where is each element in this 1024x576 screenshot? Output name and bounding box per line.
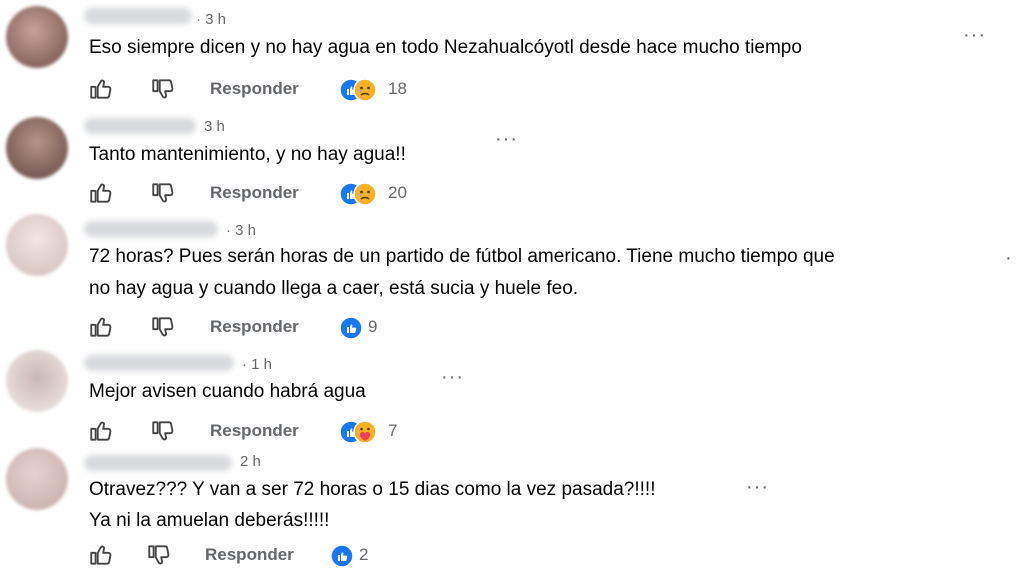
comment-text: no hay agua y cuando llega a caer, está … [89, 278, 579, 299]
comment-actions: Responder 2 [88, 542, 428, 570]
thumbs-down-icon[interactable] [150, 314, 176, 340]
care-icon[interactable] [353, 420, 377, 444]
comment-text: Eso siempre dicen y no hay agua en todo … [89, 37, 802, 58]
thumbs-up-icon[interactable] [88, 542, 114, 568]
comment-text: Mejor avisen cuando habrá agua [89, 381, 366, 402]
comment-actions: Responder 7 [88, 418, 428, 446]
more-options-icon[interactable]: ··· [495, 129, 518, 149]
comment-timestamp[interactable]: · 3 h [196, 11, 226, 28]
comment-actions: Responder 9 [88, 314, 428, 342]
avatar[interactable] [6, 6, 68, 68]
reaction-count[interactable]: 20 [388, 183, 407, 203]
author-name-redacted[interactable] [84, 118, 196, 134]
comment-text: 72 horas? Pues serán horas de un partido… [89, 246, 835, 267]
comment-text: Otravez??? Y van a ser 72 horas o 15 dia… [89, 479, 656, 500]
reaction-count[interactable]: 9 [368, 317, 377, 337]
like-icon[interactable] [339, 316, 363, 340]
author-name-redacted[interactable] [84, 355, 234, 371]
thumbs-down-icon[interactable] [150, 418, 176, 444]
more-options-icon[interactable]: ··· [963, 25, 986, 45]
thumbs-up-icon[interactable] [88, 76, 114, 102]
thumbs-down-icon[interactable] [150, 180, 176, 206]
reply-button[interactable]: Responder [210, 421, 299, 441]
thumbs-up-icon[interactable] [88, 314, 114, 340]
comment-timestamp[interactable]: · 3 h [226, 222, 256, 239]
author-name-redacted[interactable] [84, 221, 218, 237]
avatar[interactable] [6, 117, 68, 179]
comment-actions: Responder 20 [88, 180, 428, 208]
comment-text: Ya ni la amuelan deberás!!!!! [89, 510, 330, 531]
reaction-count[interactable]: 18 [388, 79, 407, 99]
avatar[interactable] [6, 448, 68, 510]
comment-timestamp[interactable]: 3 h [204, 118, 225, 135]
reply-button[interactable]: Responder [210, 317, 299, 337]
sad-icon[interactable] [353, 182, 377, 206]
avatar[interactable] [6, 350, 68, 412]
author-name-redacted[interactable] [84, 8, 192, 24]
avatar[interactable] [6, 214, 68, 276]
comment-timestamp[interactable]: · 1 h [242, 356, 272, 373]
reaction-count[interactable]: 7 [388, 421, 397, 441]
more-options-icon[interactable]: · [1005, 248, 1013, 268]
sad-icon[interactable] [353, 78, 377, 102]
thumbs-up-icon[interactable] [88, 180, 114, 206]
reply-button[interactable]: Responder [210, 183, 299, 203]
thumbs-up-icon[interactable] [88, 418, 114, 444]
comment-actions: Responder 18 [88, 76, 428, 104]
comment-timestamp[interactable]: 2 h [240, 453, 261, 470]
comment-text: Tanto mantenimiento, y no hay agua!! [89, 144, 406, 165]
like-icon[interactable] [330, 544, 354, 568]
more-options-icon[interactable]: ··· [746, 477, 769, 497]
reply-button[interactable]: Responder [205, 545, 294, 565]
thumbs-down-icon[interactable] [150, 76, 176, 102]
reply-button[interactable]: Responder [210, 79, 299, 99]
more-options-icon[interactable]: ··· [441, 367, 464, 387]
reaction-count[interactable]: 2 [359, 545, 368, 565]
thumbs-down-icon[interactable] [146, 542, 172, 568]
author-name-redacted[interactable] [84, 455, 232, 471]
